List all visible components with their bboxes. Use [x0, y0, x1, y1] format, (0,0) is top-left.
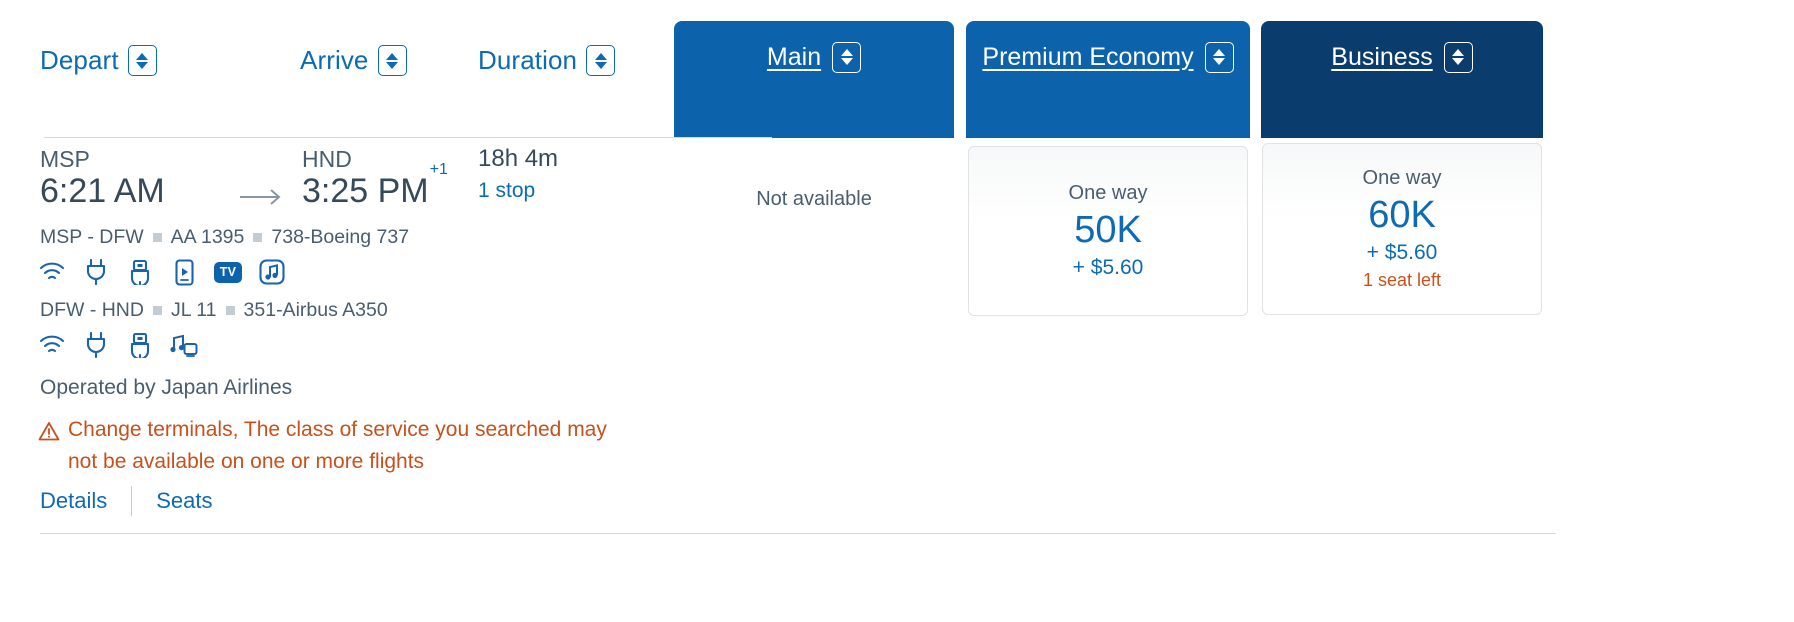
sort-arrive-label: Arrive [300, 45, 369, 75]
segment-2-route: DFW - HND [40, 299, 144, 321]
fare-trip-type: One way [1068, 182, 1148, 204]
separator-icon [152, 306, 162, 315]
seats-link[interactable]: Seats [156, 488, 212, 514]
depart-time: 6:21 AM [40, 172, 165, 210]
separator-icon [253, 233, 263, 242]
flight-row: MSP 6:21 AM HND 3:25 PM+1 18h 4m 1 stop … [0, 138, 1794, 622]
segment-2-aircraft: 351-Airbus A350 [243, 299, 388, 321]
usb-port-icon [126, 258, 154, 286]
tab-main-label: Main [766, 42, 822, 71]
fare-cell-business: One way 60K + $5.60 1 seat left [1261, 138, 1543, 538]
sort-updown-icon [1443, 41, 1473, 73]
arrive-time: 3:25 PM+1 [302, 161, 448, 211]
sort-duration-label: Duration [478, 45, 578, 75]
fare-main-unavailable: Not available [756, 188, 872, 210]
sort-by-duration-button[interactable]: Duration [478, 45, 616, 76]
operated-by-text: Operated by Japan Airlines [40, 376, 293, 399]
tab-premium-economy[interactable]: Premium Economy [966, 21, 1250, 138]
details-link[interactable]: Details [40, 488, 107, 514]
music-icon [258, 258, 286, 286]
segment-1-route: MSP - DFW [40, 226, 144, 248]
sort-depart-label: Depart [40, 45, 119, 75]
separator-icon [225, 306, 235, 315]
fare-cell-main: Not available [674, 138, 954, 538]
wifi-icon [38, 331, 66, 359]
segment-2-amenities [38, 331, 198, 359]
fare-trip-type: One way [1362, 167, 1442, 189]
depart-airport-code: MSP [40, 146, 90, 172]
warning-triangle-icon [38, 419, 60, 451]
link-divider [131, 486, 133, 516]
tv-icon: TV [214, 258, 242, 286]
tab-main[interactable]: Main [674, 21, 954, 138]
fare-cell-premium-economy: One way 50K + $5.60 [966, 138, 1250, 538]
flight-action-links: Details Seats [40, 486, 213, 516]
power-outlet-icon [82, 258, 110, 286]
arrive-airport-code: HND [302, 146, 352, 172]
duration-block: 18h 4m 1 stop [478, 142, 558, 206]
tab-premium-economy-label: Premium Economy [982, 42, 1194, 71]
power-outlet-icon [82, 331, 110, 359]
flight-result-panel: Depart Arrive Duration Main Premium Econ [0, 0, 1794, 622]
fare-card-premium-economy[interactable]: One way 50K + $5.60 [968, 146, 1248, 316]
segment-1-amenities: TV [38, 258, 286, 286]
segment-2-details: DFW - HND JL 11 351-Airbus A350 [40, 299, 388, 322]
arrive-day-offset: +1 [429, 160, 448, 178]
wifi-icon [38, 258, 66, 286]
fare-card-business[interactable]: One way 60K + $5.60 1 seat left [1262, 143, 1542, 315]
separator-icon [152, 233, 162, 242]
arrow-right-icon [240, 188, 284, 206]
fare-points: 50K [1074, 209, 1142, 251]
arrive-time-value: 3:25 PM [302, 172, 429, 210]
warning-text: Change terminals, The class of service y… [68, 418, 607, 473]
stops-link[interactable]: 1 stop [478, 176, 558, 206]
flight-times: MSP 6:21 AM HND 3:25 PM+1 [40, 146, 660, 226]
fare-seats-left: 1 seat left [1362, 270, 1442, 290]
results-header: Depart Arrive Duration Main Premium Econ [0, 0, 1794, 138]
fare-taxes: + $5.60 [1366, 241, 1438, 264]
sort-updown-icon [832, 41, 862, 73]
fare-points: 60K [1368, 194, 1436, 236]
flight-warning: Change terminals, The class of service y… [38, 414, 638, 478]
sort-by-depart-button[interactable]: Depart [40, 45, 157, 76]
sort-updown-icon [586, 45, 616, 76]
sort-updown-icon [377, 45, 407, 76]
tab-business-label: Business [1331, 42, 1433, 71]
segment-1-aircraft: 738-Boeing 737 [271, 226, 410, 248]
music-video-icon [170, 331, 198, 359]
tab-business[interactable]: Business [1261, 21, 1543, 138]
segment-1-flight-number: AA 1395 [170, 226, 245, 248]
row-bottom-divider [40, 533, 1556, 534]
segment-2-flight-number: JL 11 [170, 299, 217, 321]
sort-updown-icon [127, 45, 157, 76]
segment-1-details: MSP - DFW AA 1395 738-Boeing 737 [40, 226, 409, 249]
sort-by-arrive-button[interactable]: Arrive [300, 45, 407, 76]
fare-taxes: + $5.60 [1072, 256, 1144, 279]
sort-updown-icon [1204, 41, 1234, 73]
usb-port-icon [126, 331, 154, 359]
flight-duration: 18h 4m [478, 145, 559, 172]
device-streaming-icon [170, 258, 198, 286]
